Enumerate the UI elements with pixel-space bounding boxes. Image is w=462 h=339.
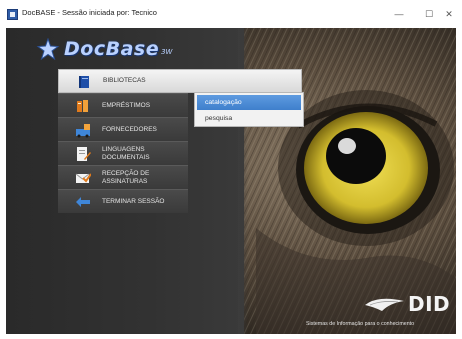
menu-label: BIBLIOTECAS <box>103 77 146 85</box>
menu-item-fornecedores[interactable]: FORNECEDORES <box>58 117 188 141</box>
envelope-check-icon <box>75 173 91 183</box>
menu-item-terminar-sessao[interactable]: TERMINAR SESSÃO <box>58 189 188 213</box>
supplier-icon <box>76 124 90 138</box>
exit-arrow-icon <box>76 197 90 207</box>
title-bar: DocBASE - Sessão iniciada por: Tecnico —… <box>0 0 462 28</box>
logo-text: DocBase <box>64 38 160 60</box>
menu-label: TERMINAR SESSÃO <box>102 197 165 205</box>
menu-item-emprestimos[interactable]: EMPRÉSTIMOS <box>58 93 188 117</box>
did-tagline: Sistemas de Informação para o conhecimen… <box>306 321 415 327</box>
window-title: DocBASE - Sessão iniciada por: Tecnico <box>22 8 157 17</box>
app-content: DocBase 3W BIBLIOTECAS EMPRÉSTIMOS FORNE… <box>6 28 456 334</box>
menu-label: LINGUAGENS DOCUMENTAIS <box>102 146 150 161</box>
minimize-button[interactable]: — <box>382 0 416 28</box>
books-icon <box>77 100 88 112</box>
did-brand: DID Sistemas de Informação para o conhec… <box>306 292 450 332</box>
menu-label-line2: ASSINATURAS <box>102 177 148 185</box>
document-pen-icon <box>77 147 91 161</box>
star-logo-icon <box>36 38 60 60</box>
menu-item-bibliotecas[interactable]: BIBLIOTECAS <box>58 69 302 93</box>
logo-suffix: 3W <box>161 48 173 56</box>
menu-label: RECEPÇÃO DE ASSINATURAS <box>102 170 149 185</box>
submenu-item-catalogacao[interactable]: catalogação <box>197 95 301 110</box>
did-name: DID <box>408 292 451 316</box>
app-window: DocBASE - Sessão iniciada por: Tecnico —… <box>0 0 462 339</box>
close-button[interactable]: ✕ <box>436 0 462 28</box>
menu-label: FORNECEDORES <box>102 125 157 133</box>
menu-label: EMPRÉSTIMOS <box>102 101 151 109</box>
book-icon <box>79 76 89 88</box>
menu-item-linguagens-documentais[interactable]: LINGUAGENS DOCUMENTAIS <box>58 141 188 165</box>
submenu-item-pesquisa[interactable]: pesquisa <box>197 111 301 126</box>
app-icon <box>7 9 18 20</box>
bibliotecas-submenu: catalogação pesquisa <box>194 92 304 127</box>
menu-item-recepcao-assinaturas[interactable]: RECEPÇÃO DE ASSINATURAS <box>58 165 188 189</box>
wing-logo-icon <box>365 298 404 311</box>
did-logo: DID <box>364 292 450 316</box>
docbase-logo: DocBase 3W <box>36 37 172 61</box>
menu-label-line1: RECEPÇÃO DE <box>102 170 150 177</box>
menu-label-line1: LINGUAGENS <box>102 146 145 153</box>
menu-label-line2: DOCUMENTAIS <box>102 153 150 161</box>
